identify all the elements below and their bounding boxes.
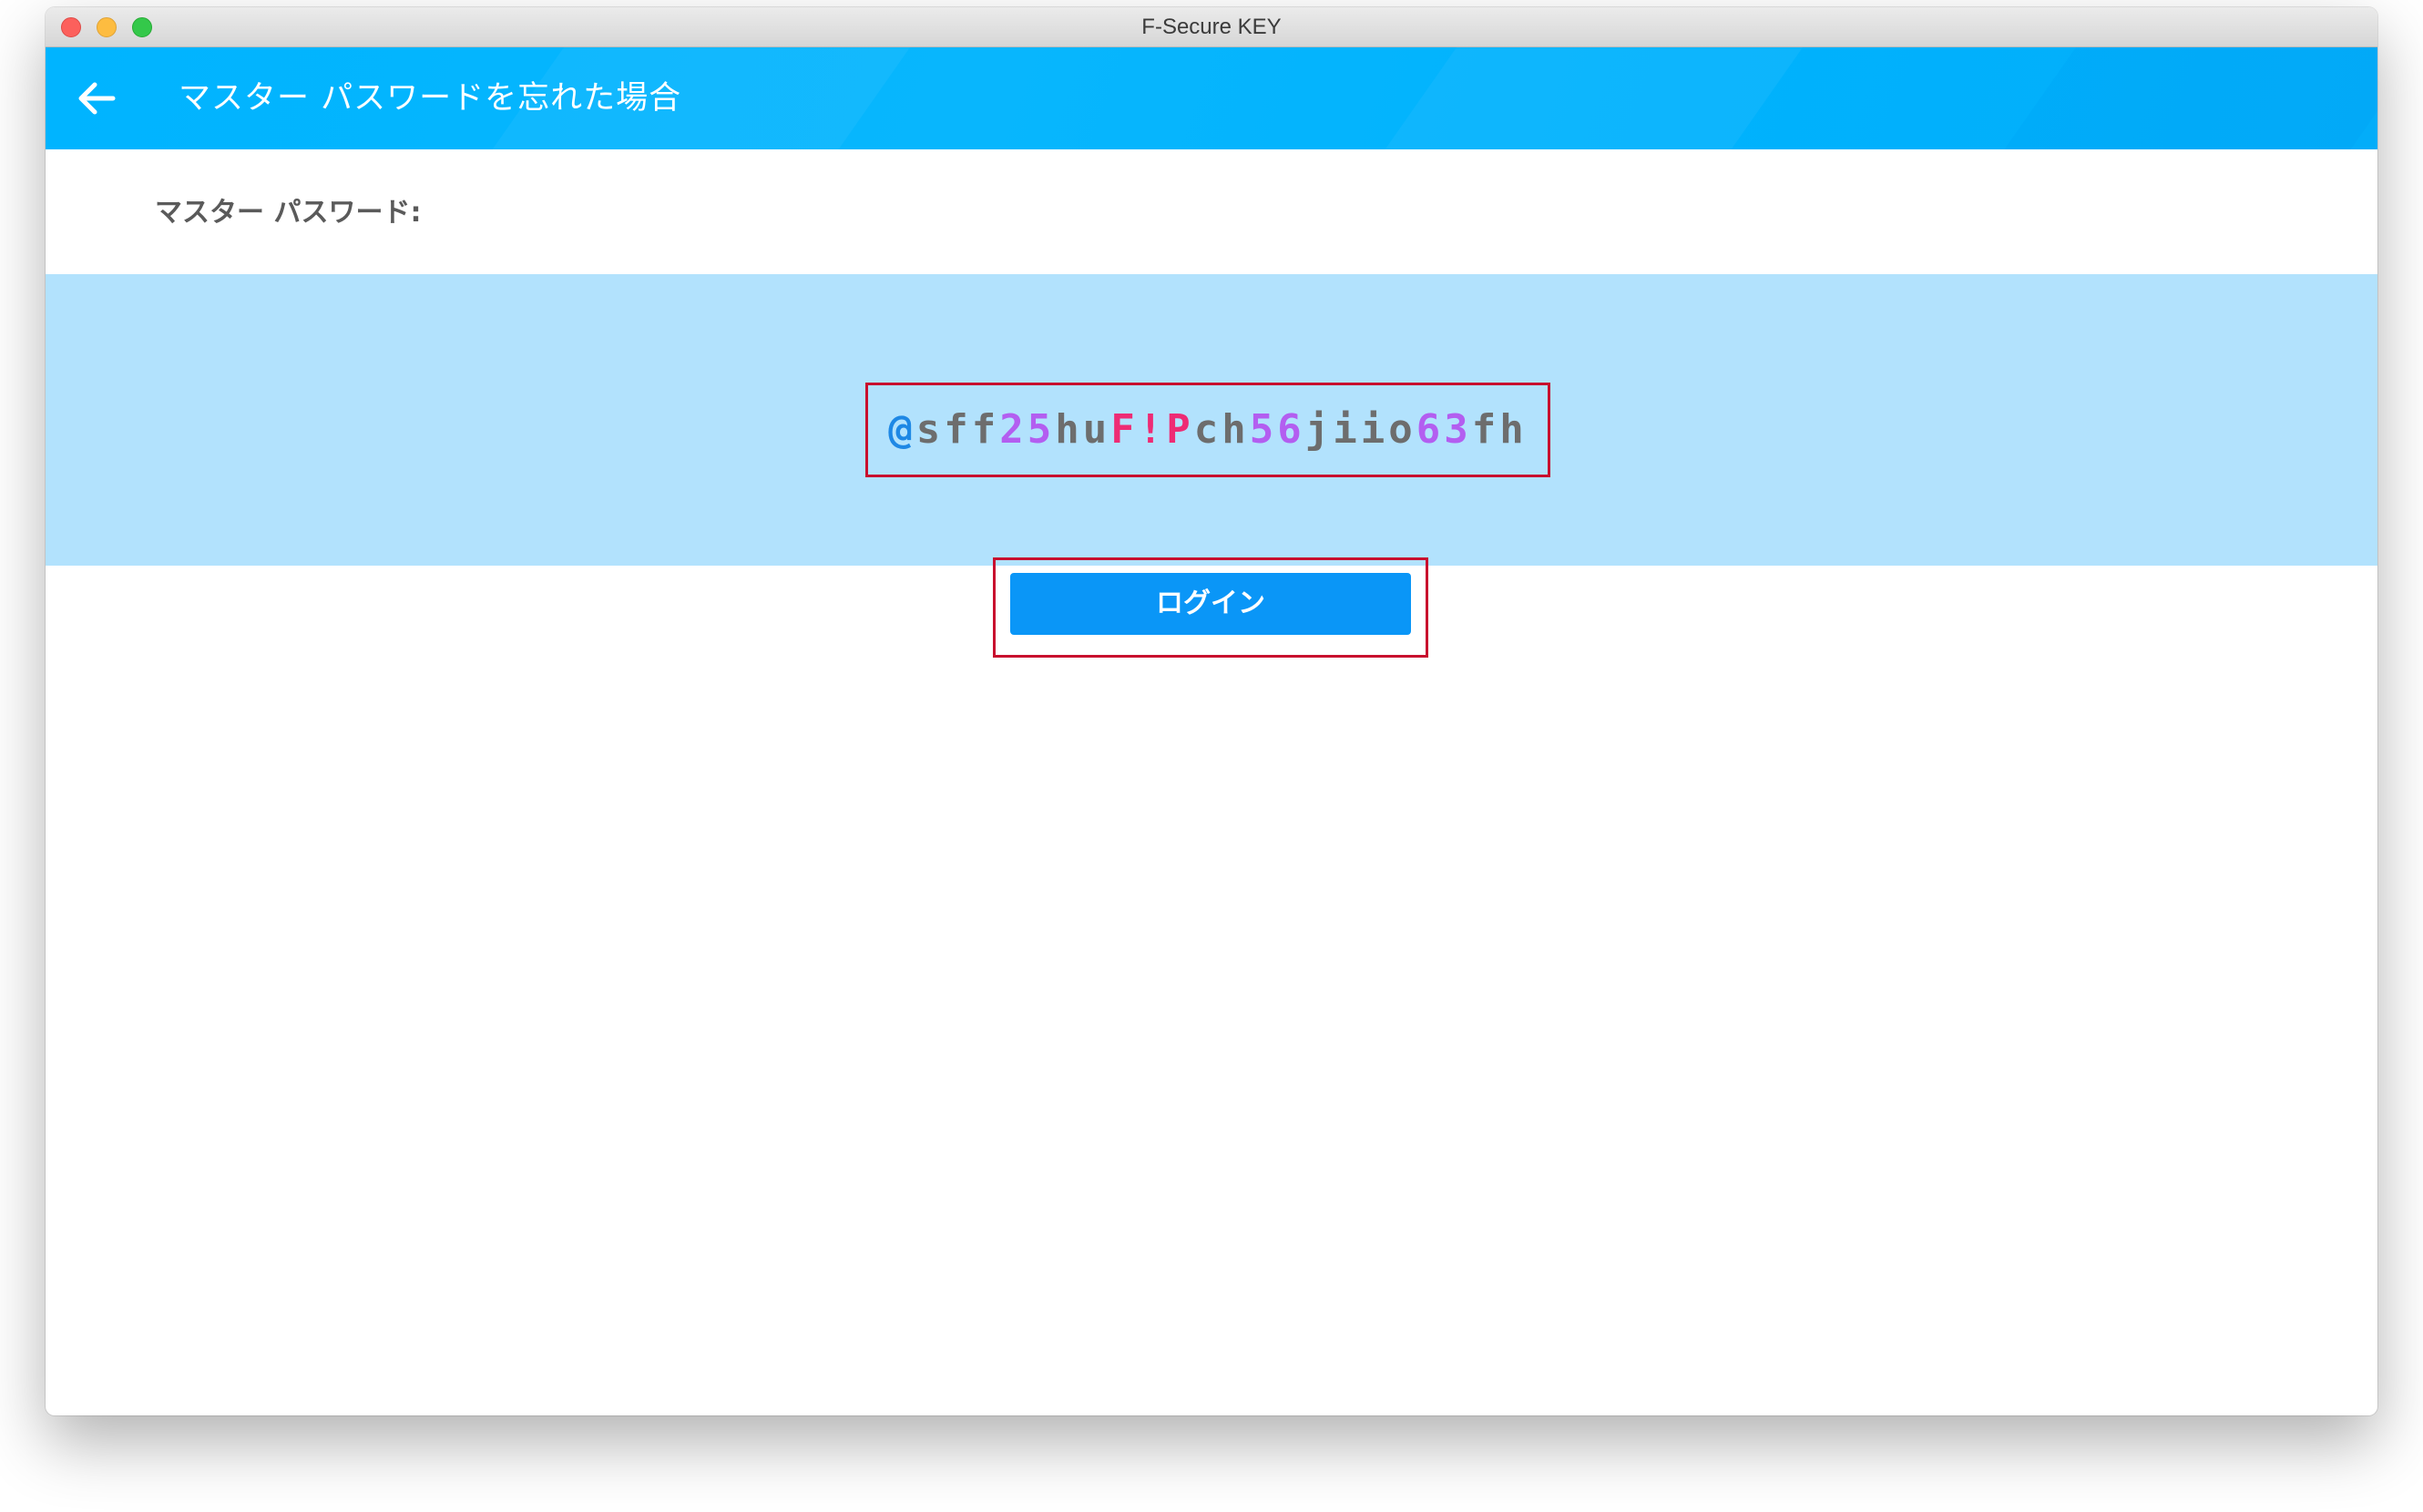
password-char: c	[1193, 406, 1222, 453]
password-char: P	[1166, 406, 1194, 453]
password-char: 6	[1416, 406, 1445, 453]
password-char: o	[1388, 406, 1416, 453]
title-bar[interactable]: F-Secure KEY	[46, 7, 2377, 47]
password-char: j	[1304, 406, 1334, 453]
arrow-left-icon	[78, 82, 116, 115]
password-char: i	[1333, 406, 1361, 453]
password-char: 5	[1249, 406, 1278, 453]
back-button[interactable]	[67, 69, 126, 128]
password-char: f	[971, 406, 1000, 453]
password-highlight: @sff25huF!Pch56jiio63fh	[865, 383, 1550, 477]
master-password-value: @sff25huF!Pch56jiio63fh	[868, 385, 1548, 475]
password-char: @	[888, 406, 916, 453]
password-char: 3	[1444, 406, 1472, 453]
window-title: F-Secure KEY	[1141, 15, 1282, 39]
password-char: F	[1110, 406, 1139, 453]
master-password-label: マスター パスワード:	[155, 197, 422, 229]
password-char: h	[1222, 406, 1250, 453]
app-window: F-Secure KEY マスター パスワードを忘れた場合 マスター パスワード…	[46, 7, 2377, 1415]
password-char: f	[1471, 406, 1500, 453]
password-char: i	[1360, 406, 1389, 453]
password-char: 6	[1277, 406, 1305, 453]
password-char: u	[1082, 406, 1111, 453]
password-char: h	[1499, 406, 1528, 453]
password-char: s	[915, 406, 945, 453]
login-button[interactable]: ログイン	[1010, 573, 1411, 635]
password-char: 5	[1027, 406, 1056, 453]
password-char: h	[1055, 406, 1083, 453]
app-header: マスター パスワードを忘れた場合	[46, 47, 2377, 149]
password-char: 2	[999, 406, 1027, 453]
password-char: !	[1138, 406, 1167, 453]
password-char: f	[944, 406, 972, 453]
page-title: マスター パスワードを忘れた場合	[179, 80, 682, 117]
